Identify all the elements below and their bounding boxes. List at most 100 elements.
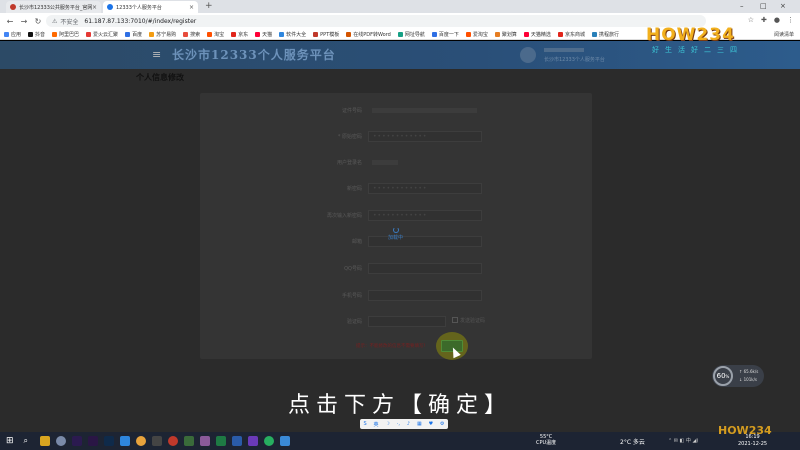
forward-icon[interactable]: → xyxy=(20,17,28,26)
confirm-password-input[interactable]: •••••••••••• xyxy=(368,210,482,221)
url-input[interactable]: ⚠ 不安全 61.187.87.133:7010/#/index/registe… xyxy=(46,15,706,27)
after-effects-icon[interactable] xyxy=(72,436,83,446)
app-icon[interactable] xyxy=(280,436,291,446)
premiere-icon[interactable] xyxy=(88,436,99,446)
cpu-temperature: 55°C CPU温度 xyxy=(536,434,556,446)
app-icon[interactable] xyxy=(120,436,131,446)
bookmark-item[interactable]: 京东 xyxy=(231,31,248,38)
page-title: 个人信息修改 xyxy=(136,73,184,82)
bookmark-item[interactable]: 抖音 xyxy=(28,31,45,38)
close-window-icon[interactable]: × xyxy=(780,2,786,10)
hamburger-menu-icon[interactable]: ≡ xyxy=(152,48,161,61)
bookmark-item[interactable]: 应用 xyxy=(4,31,21,38)
ime-mic-icon[interactable]: ♪ xyxy=(407,421,410,427)
bookmark-favicon-icon xyxy=(591,31,597,37)
wechat-icon[interactable] xyxy=(264,436,275,446)
weather-widget[interactable]: 2°C 多云 xyxy=(620,437,645,446)
record-icon[interactable] xyxy=(168,436,179,446)
url-text: 61.187.87.133:7010/#/index/register xyxy=(84,17,197,25)
bookmark-item[interactable]: 聚划算 xyxy=(494,31,517,38)
bookmark-item[interactable]: 在线PDF转Word xyxy=(346,31,391,38)
bookmark-item[interactable]: 软件大全 xyxy=(279,31,306,38)
bookmark-item[interactable]: PPT模板 xyxy=(313,31,339,38)
profile-form: 证件号码 * 原始密码 •••••••••••• 用户登录名 新密码 •••••… xyxy=(200,93,592,360)
old-password-input[interactable]: •••••••••••• xyxy=(368,131,482,142)
field-label: 用户登录名 xyxy=(336,160,362,166)
ime-skin-icon[interactable]: ♥ xyxy=(429,421,433,427)
back-icon[interactable]: ← xyxy=(6,17,14,26)
plus-icon[interactable]: + xyxy=(205,1,213,11)
bookmark-item[interactable]: 爱淘宝 xyxy=(465,31,488,38)
bookmark-item[interactable]: 百度一下 xyxy=(431,31,459,38)
onenote-icon[interactable] xyxy=(248,436,259,446)
bookmark-item[interactable]: 搜索 xyxy=(183,31,200,38)
bookmark-favicon-icon xyxy=(183,31,189,37)
taskbar-apps xyxy=(40,436,291,446)
reload-icon[interactable]: ↻ xyxy=(34,17,42,26)
excel-icon[interactable] xyxy=(216,436,227,446)
bookmark-item[interactable]: 百度 xyxy=(125,31,142,38)
file-explorer-icon[interactable] xyxy=(40,436,51,446)
ime-punct-icon[interactable]: ·, xyxy=(397,421,400,427)
site-favicon-icon xyxy=(10,4,16,10)
app-icon[interactable] xyxy=(152,436,163,446)
profile-icon[interactable]: ● xyxy=(774,16,780,24)
email-field[interactable] xyxy=(368,236,482,247)
bookmark-favicon-icon xyxy=(231,31,237,37)
upload-speed-value: 65.6k/s xyxy=(743,369,759,374)
network-monitor-widget[interactable]: 60% ↑ 65.6k/s ↓ 101k/s xyxy=(712,365,764,387)
qq-row: QQ号码 xyxy=(200,263,592,275)
minimize-icon[interactable]: – xyxy=(740,2,744,10)
bookmark-favicon-icon xyxy=(397,31,403,37)
reading-list[interactable]: 阅读清单 xyxy=(774,31,794,38)
captcha-field[interactable] xyxy=(368,316,446,327)
bookmark-favicon-icon xyxy=(465,31,471,37)
bookmark-item[interactable]: 苏宁易购 xyxy=(149,31,176,38)
send-code-button[interactable]: 发送验证码 xyxy=(452,317,485,324)
bookmark-item[interactable]: 爱火云汇聚 xyxy=(86,31,118,38)
tab-personal-service[interactable]: 12333个人服务平台 × xyxy=(103,1,198,13)
close-icon[interactable]: × xyxy=(92,4,97,11)
bookmark-item[interactable]: 阿里巴巴 xyxy=(52,31,79,38)
chrome-icon[interactable] xyxy=(136,436,147,446)
app-icon[interactable] xyxy=(184,436,195,446)
tab-public-service[interactable]: 长沙市12333公共服务平台_官网 × xyxy=(6,1,101,13)
ime-toolbar[interactable]: S 英 ☽ ·, ♪ ▦ ♥ ⚙ xyxy=(360,419,448,429)
bookmark-label: 京东 xyxy=(238,31,249,38)
photoshop-icon[interactable] xyxy=(104,436,115,446)
bookmark-item[interactable]: 天猫 xyxy=(255,31,272,38)
windows-start-icon[interactable]: ⊞ xyxy=(6,436,14,446)
maximize-icon[interactable]: □ xyxy=(760,2,767,10)
bookmark-item[interactable]: 网址导航 xyxy=(397,31,425,38)
app-icon[interactable] xyxy=(200,436,211,446)
bookmark-item[interactable]: 淘宝 xyxy=(207,31,224,38)
app-icon[interactable] xyxy=(56,436,67,446)
close-icon[interactable]: × xyxy=(189,4,194,11)
ime-moon-icon[interactable]: ☽ xyxy=(385,421,389,427)
system-tray-icons[interactable]: ⌃ ✉ ◧ 中 ◢) xyxy=(668,437,698,444)
bookmark-label: PPT模板 xyxy=(320,31,340,38)
search-icon[interactable]: ⌕ xyxy=(24,436,28,446)
bookmark-item[interactable]: 京东商城 xyxy=(557,31,585,38)
bookmark-favicon-icon xyxy=(86,31,92,37)
menu-icon[interactable]: ⋮ xyxy=(787,16,794,24)
new-password-input[interactable]: •••••••••••• xyxy=(368,183,482,194)
ime-keyboard-icon[interactable]: ▦ xyxy=(417,421,422,427)
cpu-temp-label: CPU温度 xyxy=(536,440,557,446)
word-icon[interactable] xyxy=(232,436,243,446)
phone-field[interactable] xyxy=(368,290,482,301)
bookmark-label: 百度 xyxy=(132,31,143,38)
ime-settings-icon[interactable]: ⚙ xyxy=(440,421,444,427)
id-number-redacted xyxy=(372,108,477,113)
bookmark-item[interactable]: 天猫精选 xyxy=(523,31,551,38)
bookmark-item[interactable]: 携程旅行 xyxy=(591,31,619,38)
bookmark-label: 应用 xyxy=(11,31,22,38)
bookmark-favicon-icon xyxy=(494,31,500,37)
star-icon[interactable]: ☆ xyxy=(748,16,754,24)
avatar[interactable] xyxy=(520,47,536,63)
username-row: 用户登录名 xyxy=(200,157,592,169)
ime-lang-icon[interactable]: 英 xyxy=(374,421,379,428)
qq-field[interactable] xyxy=(368,263,482,274)
extension-icon[interactable]: ✚ xyxy=(761,16,767,24)
bookmark-label: 苏宁易购 xyxy=(156,31,177,38)
